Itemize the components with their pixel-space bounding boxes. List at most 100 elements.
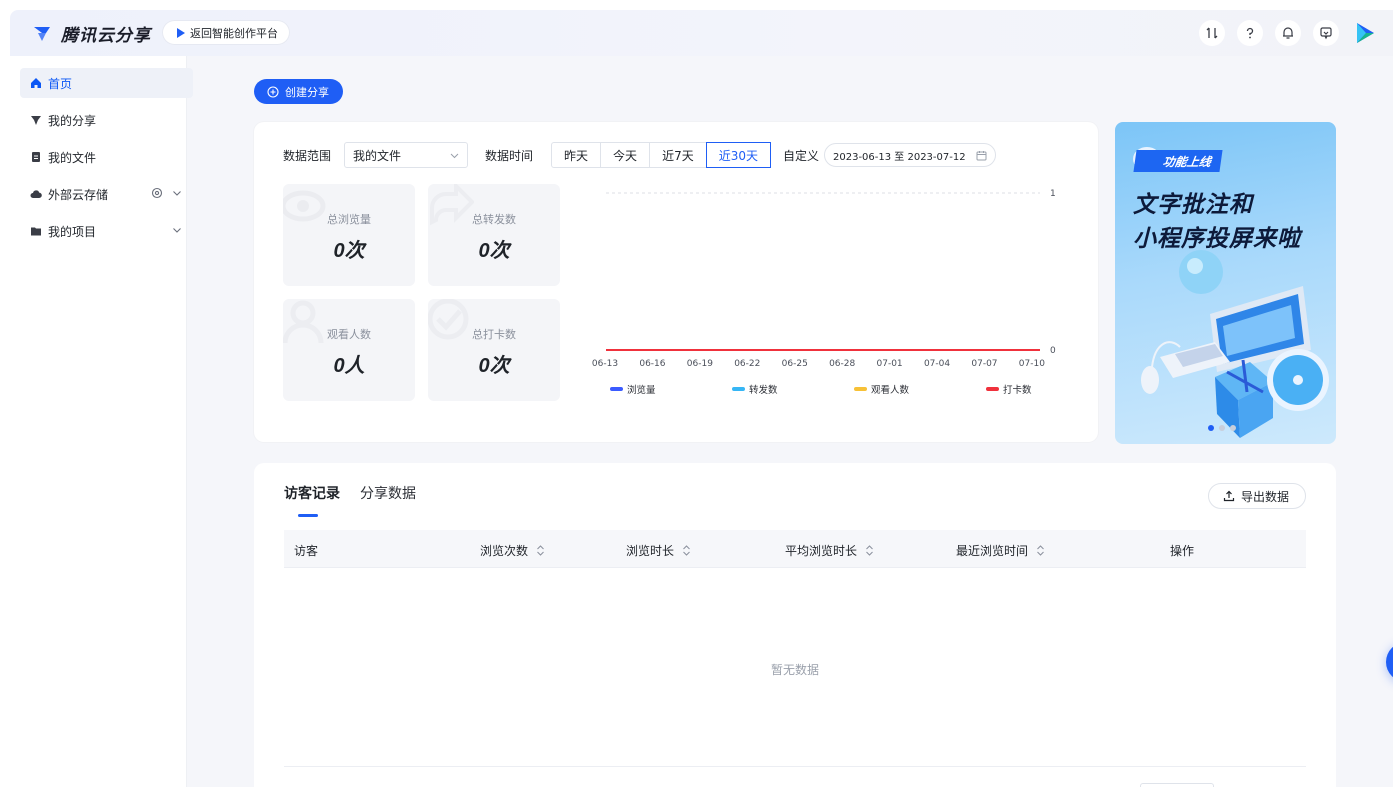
chevron-down-icon[interactable] (171, 224, 183, 236)
column-label: 浏览时长 (626, 544, 675, 558)
create-share-button[interactable]: 创建分享 (254, 79, 343, 104)
column-last-view-time[interactable]: 最近浏览时间 (956, 542, 1045, 559)
cloud-icon (30, 188, 42, 200)
banner-illustration (1141, 250, 1329, 438)
back-to-platform-label: 返回智能创作平台 (190, 26, 278, 40)
export-data-label: 导出数据 (1240, 489, 1289, 504)
x-tick-label: 07-01 (877, 359, 903, 369)
page-size-select[interactable] (1140, 783, 1214, 787)
sidebar-item-my-projects[interactable]: 我的项目 (20, 216, 193, 246)
date-range-value: 2023-06-13 至 2023-07-12 (833, 151, 966, 163)
column-label: 访客 (294, 544, 319, 558)
stat-value: 0次 (478, 355, 510, 377)
help-icon[interactable] (1237, 20, 1263, 46)
legend-label: 观看人数 (871, 384, 910, 396)
back-to-platform-button[interactable]: 返回智能创作平台 (162, 20, 290, 45)
stat-label: 总浏览量 (327, 213, 371, 226)
calendar-icon (976, 150, 987, 160)
legend-label: 转发数 (749, 384, 778, 396)
app-logo[interactable]: 腾讯云分享 (32, 21, 151, 46)
data-scope-label: 数据范围 (283, 148, 332, 163)
sidebar-item-label: 我的文件 (48, 150, 97, 165)
x-tick-label: 06-25 (782, 359, 808, 369)
stat-value: 0次 (478, 240, 510, 262)
add-circle-icon (267, 85, 279, 98)
message-icon[interactable] (1313, 20, 1339, 46)
brand-name: 腾讯云分享 (61, 26, 151, 45)
sort-icon (1037, 545, 1044, 556)
sidebar-item-my-files[interactable]: 我的文件 (20, 142, 193, 172)
time-option-today[interactable]: 今天 (600, 142, 651, 168)
x-tick-label: 06-28 (829, 359, 855, 369)
time-option-7days[interactable]: 近7天 (649, 142, 707, 168)
column-label: 浏览次数 (480, 544, 529, 558)
filters-row: 数据范围 我的文件 数据时间 昨天 今天 近7天 近30天 自定义 2023-0… (283, 142, 996, 168)
x-tick-label: 06-22 (734, 359, 760, 369)
banner-carousel-dots (1208, 425, 1236, 431)
upload-icon (1223, 490, 1235, 502)
stat-value: 0人 (333, 355, 365, 377)
sidebar-nav: 首页 我的分享 我的文件 外部云存储 我的项目 (20, 68, 193, 253)
tencent-share-logo-icon (34, 26, 50, 41)
tab-share-data[interactable]: 分享数据 (360, 483, 416, 517)
column-view-count[interactable]: 浏览次数 (480, 542, 545, 559)
column-visitor: 访客 (294, 542, 318, 559)
column-label: 最近浏览时间 (956, 544, 1029, 558)
carousel-dot[interactable] (1208, 425, 1214, 431)
trend-chart: 0 1 06-13 06-16 06-19 06-22 06-25 06-28 07-01 07-… (592, 189, 1056, 396)
floating-help-button[interactable] (1386, 642, 1393, 682)
carousel-dot[interactable] (1230, 425, 1236, 431)
legend-swatch (854, 387, 867, 391)
sidebar-item-external-storage[interactable]: 外部云存储 (20, 179, 193, 209)
time-option-yesterday[interactable]: 昨天 (551, 142, 602, 168)
legend-label: 打卡数 (1003, 384, 1032, 396)
data-time-label: 数据时间 (485, 148, 534, 163)
column-avg-duration[interactable]: 平均浏览时长 (785, 542, 874, 559)
top-icons (1187, 19, 1379, 47)
chevron-down-icon (450, 153, 459, 158)
stat-tile-total-checkins: 总打卡数 0次 (428, 299, 560, 401)
stat-label: 观看人数 (327, 328, 371, 341)
stat-label: 总转发数 (472, 213, 516, 226)
y-tick-label: 1 (1050, 189, 1056, 199)
sidebar-item-actions (151, 187, 183, 199)
legend-swatch (986, 387, 999, 391)
sidebar: 首页 我的分享 我的文件 外部云存储 我的项目 (10, 56, 193, 787)
stat-tile-viewers: 观看人数 0人 (283, 299, 415, 401)
app-logo-icon[interactable] (1351, 19, 1379, 47)
sort-icon (683, 545, 690, 556)
sidebar-item-my-shares[interactable]: 我的分享 (20, 105, 193, 135)
top-bar: 腾讯云分享 返回智能创作平台 (10, 10, 1393, 56)
date-range-picker[interactable]: 2023-06-13 至 2023-07-12 (824, 143, 996, 167)
feature-banner[interactable]: 功能上线 文字批注和 小程序投屏来啦 (1115, 122, 1336, 444)
carousel-dot[interactable] (1219, 425, 1225, 431)
transfer-icon[interactable] (1199, 20, 1225, 46)
table-footer-divider (284, 766, 1306, 767)
stat-label: 总打卡数 (472, 328, 516, 341)
x-tick-label: 06-19 (687, 359, 713, 369)
empty-state-text: 暂无数据 (770, 663, 819, 677)
bell-icon[interactable] (1275, 20, 1301, 46)
tab-visitor-records[interactable]: 访客记录 (284, 483, 340, 517)
column-label: 平均浏览时长 (785, 544, 858, 558)
settings-icon[interactable] (151, 187, 163, 199)
custom-range-label: 自定义 (782, 148, 819, 163)
y-tick-label: 0 (1050, 346, 1056, 356)
data-scope-select[interactable]: 我的文件 (344, 142, 469, 168)
x-tick-label: 06-13 (592, 359, 618, 369)
x-tick-label: 07-07 (971, 359, 997, 369)
column-actions: 操作 (1170, 542, 1194, 559)
column-view-duration[interactable]: 浏览时长 (626, 542, 691, 559)
export-data-button[interactable]: 导出数据 (1207, 483, 1306, 509)
legend-label: 浏览量 (627, 384, 656, 396)
stat-tile-total-views: 总浏览量 0次 (283, 184, 415, 286)
sort-icon (537, 545, 544, 556)
x-tick-label: 07-10 (1019, 359, 1045, 369)
sidebar-item-home[interactable]: 首页 (20, 68, 193, 98)
chevron-down-icon[interactable] (171, 187, 183, 199)
sidebar-item-actions (171, 224, 183, 236)
records-card: 访客记录 分享数据 导出数据 访客 浏览次数 浏览时长 平均浏览时长 最近浏览时… (254, 463, 1336, 787)
banner-tag: 功能上线 (1133, 150, 1223, 172)
time-option-30days[interactable]: 近30天 (705, 142, 771, 168)
share-icon (30, 114, 42, 126)
